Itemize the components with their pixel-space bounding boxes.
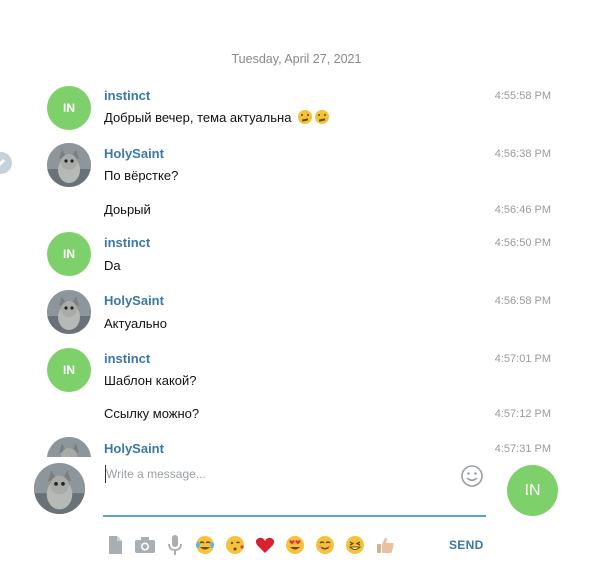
date-header: Tuesday, April 27, 2021 <box>231 52 362 66</box>
smiling-face-icon[interactable] <box>310 532 340 558</box>
red-heart-icon[interactable] <box>250 532 280 558</box>
composer-toolbar <box>100 532 400 558</box>
message-text: Актуально <box>104 316 167 331</box>
send-as-avatar[interactable]: IN <box>507 465 558 516</box>
message-text: Шаблон какой? <box>104 373 197 388</box>
message-text: Da <box>104 258 121 273</box>
message-time: 4:57:01 PM <box>494 353 551 365</box>
message-text: Добрый вечер, тема актуальна <box>104 110 330 125</box>
edit-pencil-icon[interactable] <box>0 152 12 174</box>
self-avatar[interactable] <box>34 463 85 514</box>
message-time: 4:56:38 PM <box>494 148 551 160</box>
message-text-content: Добрый вечер, тема актуальна <box>104 110 292 125</box>
message-author[interactable]: instinct <box>104 88 150 103</box>
avatar[interactable]: IN <box>47 348 91 392</box>
message-text: Доьрый <box>104 202 151 217</box>
avatar[interactable] <box>47 143 91 187</box>
message-text: По вёрстке? <box>104 168 179 183</box>
avatar[interactable]: IN <box>47 232 91 276</box>
message-time: 4:56:46 PM <box>494 204 551 216</box>
message-time: 4:56:58 PM <box>494 295 551 307</box>
thinking-face-icon <box>315 110 330 124</box>
avatar-partial[interactable] <box>47 437 91 457</box>
message-author[interactable]: HolySaint <box>104 146 164 161</box>
emoji-picker-icon[interactable] <box>460 464 484 488</box>
message-author[interactable]: HolySaint <box>104 441 164 456</box>
send-button[interactable]: SEND <box>449 538 484 552</box>
message-author[interactable]: instinct <box>104 351 150 366</box>
camera-icon[interactable] <box>130 532 160 558</box>
message-text: Ссылку можно? <box>104 406 200 421</box>
message-author[interactable]: HolySaint <box>104 293 164 308</box>
message-time: 4:57:31 PM <box>494 443 551 455</box>
face-blowing-kiss-icon[interactable] <box>220 532 250 558</box>
thumbs-up-icon[interactable] <box>370 532 400 558</box>
attach-file-icon[interactable] <box>100 532 130 558</box>
avatar[interactable] <box>47 290 91 334</box>
microphone-icon[interactable] <box>160 532 190 558</box>
message-time: 4:56:50 PM <box>494 237 551 249</box>
thinking-face-icon <box>298 110 313 124</box>
message-time: 4:57:12 PM <box>494 408 551 420</box>
grinning-squinting-face-icon[interactable] <box>340 532 370 558</box>
message-time: 4:55:58 PM <box>494 90 551 102</box>
input-underline <box>103 515 486 517</box>
face-with-tears-of-joy-icon[interactable] <box>190 532 220 558</box>
avatar[interactable] <box>47 437 91 457</box>
smiling-face-with-heart-eyes-icon[interactable] <box>280 532 310 558</box>
message-author[interactable]: instinct <box>104 235 150 250</box>
message-input[interactable] <box>105 465 446 483</box>
avatar[interactable]: IN <box>47 86 91 130</box>
